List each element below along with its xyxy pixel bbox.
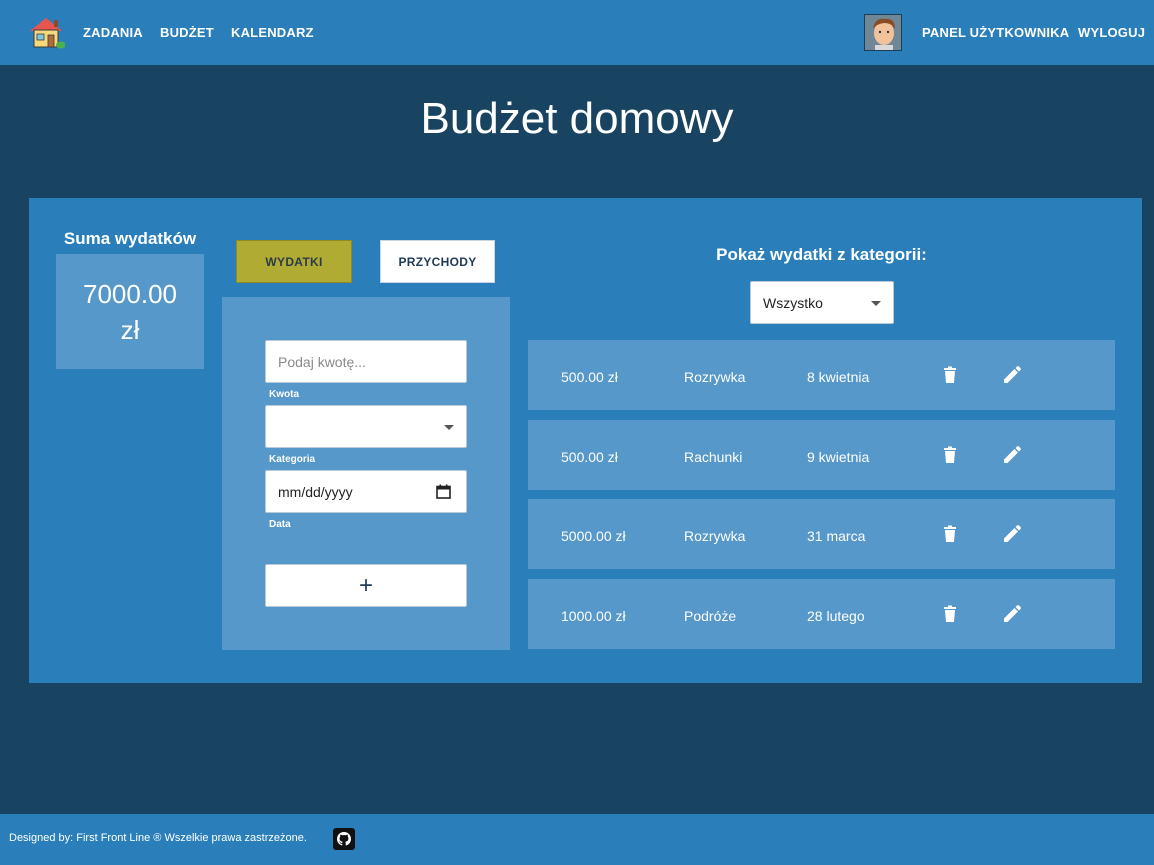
category-label: Kategoria [269,454,316,465]
pencil-icon[interactable] [1003,446,1021,464]
user-avatar[interactable] [864,14,902,51]
sum-value: 7000.00 zł [83,278,177,345]
logout-link[interactable]: WYLOGUJ [1078,25,1145,40]
date-input[interactable]: mm/dd/yyyy [265,470,467,513]
expense-category: Rachunki [684,449,743,465]
chevron-down-icon [444,425,454,430]
expense-category: Podróże [684,608,737,624]
filter-selected-value: Wszystko [763,295,823,311]
page-title: Budżet domowy [420,94,734,143]
expense-row: 500.00 zł Rozrywka 8 kwietnia [528,340,1115,410]
amount-input[interactable]: Podaj kwotę... [265,340,467,383]
nav-link-kalendarz[interactable]: KALENDARZ [231,25,314,40]
house-icon[interactable] [27,14,65,50]
expense-row: 1000.00 zł Podróże 28 lutego [528,579,1115,649]
top-navbar: ZADANIA BUDŻET KALENDARZ PANEL UŻYTKOWNI… [0,0,1154,65]
amount-label: Kwota [269,389,299,400]
pencil-icon[interactable] [1003,525,1021,543]
expense-row: 500.00 zł Rachunki 9 kwietnia [528,420,1115,490]
sum-title: Suma wydatków [63,229,197,248]
expense-amount: 1000.00 zł [561,608,626,624]
amount-placeholder: Podaj kwotę... [278,354,366,370]
expense-date: 31 marca [807,528,866,544]
expense-category: Rozrywka [684,528,746,544]
trash-icon[interactable] [941,366,959,384]
category-select[interactable] [265,405,467,448]
expense-amount: 5000.00 zł [561,528,626,544]
pencil-icon[interactable] [1003,366,1021,384]
nav-link-budzet[interactable]: BUDŻET [160,25,214,40]
trash-icon[interactable] [941,446,959,464]
footer: Designed by: First Front Line ® Wszelkie… [0,814,1154,865]
user-panel-link[interactable]: PANEL UŻYTKOWNIKA [922,25,1069,40]
tab-income[interactable]: PRZYCHODY [380,240,495,283]
trash-icon[interactable] [941,525,959,543]
tab-expenses[interactable]: WYDATKI [236,240,352,283]
expense-amount: 500.00 zł [561,449,618,465]
expense-date: 8 kwietnia [807,369,870,385]
sum-box: 7000.00 zł [56,254,204,369]
add-expense-button[interactable]: + [265,564,467,607]
github-icon[interactable] [333,828,355,850]
date-label: Data [269,519,291,530]
chevron-down-icon [871,301,881,306]
date-value: mm/dd/yyyy [278,484,353,500]
pencil-icon[interactable] [1003,605,1021,623]
category-filter-select[interactable]: Wszystko [750,281,894,324]
nav-link-zadania[interactable]: ZADANIA [83,25,143,40]
expense-date: 28 lutego [807,608,865,624]
trash-icon[interactable] [941,605,959,623]
expense-date: 9 kwietnia [807,449,870,465]
expense-category: Rozrywka [684,369,746,385]
calendar-icon[interactable] [436,484,451,499]
filter-title: Pokaż wydatki z kategorii: [716,245,927,264]
expense-row: 5000.00 zł Rozrywka 31 marca [528,499,1115,569]
footer-text: Designed by: First Front Line ® Wszelkie… [9,832,307,844]
expense-amount: 500.00 zł [561,369,618,385]
